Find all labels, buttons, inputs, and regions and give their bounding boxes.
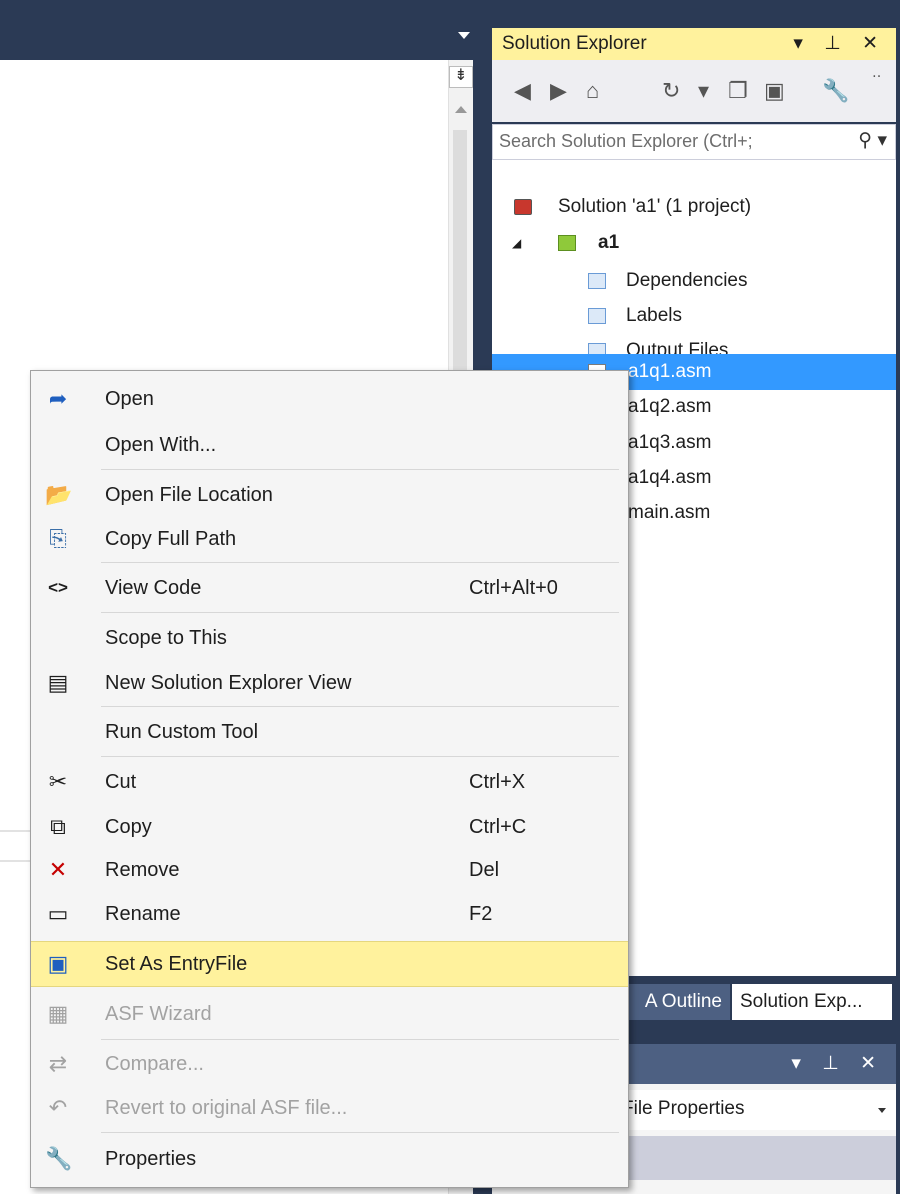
compare-icon: ⇄ — [48, 1051, 68, 1076]
menu-item-cut[interactable]: ✂ Cut Ctrl+X — [31, 760, 628, 804]
menu-separator — [101, 756, 619, 757]
tab-solution-explorer[interactable]: Solution Exp... — [732, 984, 892, 1020]
menu-item-rename[interactable]: ▭ Rename F2 — [31, 892, 628, 936]
revert-icon: ↶ — [48, 1095, 68, 1120]
tree-node-folder[interactable]: Labels — [588, 299, 888, 333]
menu-item-view-code[interactable]: <> View Code Ctrl+Alt+0 — [31, 566, 628, 610]
history-icon[interactable]: ↻ — [662, 78, 680, 104]
copy-path-icon: ⎘ — [49, 526, 67, 551]
dropdown-icon[interactable]: ▾ — [698, 78, 709, 104]
chevron-down-icon[interactable] — [878, 1108, 886, 1113]
new-view-icon: ▤ — [47, 670, 69, 695]
tree-node-folder[interactable]: Dependencies — [588, 264, 888, 298]
menu-separator — [101, 469, 619, 470]
tree-node-solution[interactable]: Solution 'a1' (1 project) — [514, 190, 884, 224]
search-input[interactable] — [499, 129, 819, 153]
menu-item-copy[interactable]: ⧉ Copy Ctrl+C — [31, 805, 628, 849]
menu-item-revert-asf[interactable]: ↶ Revert to original ASF file... — [31, 1086, 628, 1130]
context-menu: ➦ Open Open With... 📂 Open File Location… — [30, 370, 629, 1188]
menu-item-properties[interactable]: 🔧 Properties — [31, 1137, 628, 1181]
tree-node-file-selected[interactable]: a1q1.asm — [588, 355, 888, 389]
wizard-icon: ▦ — [47, 1001, 69, 1026]
window-top-strip — [0, 0, 900, 18]
scissors-icon: ✂ — [48, 769, 68, 794]
menu-item-open-with[interactable]: Open With... — [31, 423, 628, 467]
code-icon: <> — [48, 578, 68, 597]
menu-item-open-file-location[interactable]: 📂 Open File Location — [31, 473, 628, 517]
window-controls-icon[interactable]: ▾ ⊥ ✕ — [791, 1052, 884, 1075]
menu-separator — [101, 1132, 619, 1133]
back-icon[interactable]: ◀ — [514, 78, 531, 104]
expand-arrow-icon[interactable]: ◢ — [512, 226, 521, 260]
solution-explorer-toolbar: ◀ ▶ ⌂ ↻ ▾ ❐ ▣ 🔧 ‥ — [492, 60, 896, 122]
menu-separator — [101, 706, 619, 707]
collapse-icon[interactable]: ▣ — [764, 78, 785, 104]
menu-separator — [101, 612, 619, 613]
scroll-up-icon[interactable] — [455, 106, 467, 113]
forward-icon[interactable]: ▶ — [550, 78, 567, 104]
open-arrow-icon: ➦ — [48, 386, 68, 411]
tree-node-file[interactable]: a1q4.asm — [588, 461, 888, 495]
window-controls-icon[interactable]: ▾ ⊥ ✕ — [793, 32, 886, 55]
menu-item-set-as-entryfile[interactable]: ▣ Set As EntryFile — [31, 941, 628, 987]
remove-x-icon: ✕ — [48, 857, 68, 882]
editor-line-mark — [0, 860, 30, 862]
solution-icon — [514, 199, 532, 215]
home-icon[interactable]: ⌂ — [586, 78, 599, 104]
entry-file-icon: ▣ — [47, 951, 69, 976]
menu-item-new-solution-explorer-view[interactable]: ▤ New Solution Explorer View — [31, 661, 628, 705]
filter-folder-icon — [588, 273, 606, 289]
folder-open-icon: 📂 — [45, 482, 73, 507]
menu-item-remove[interactable]: ✕ Remove Del — [31, 848, 628, 892]
editor-line-mark — [0, 830, 30, 832]
tree-node-file[interactable]: a1q2.asm — [588, 390, 888, 424]
sync-icon[interactable]: ❐ — [728, 78, 748, 104]
overflow-icon[interactable]: ‥ — [872, 64, 881, 81]
menu-separator — [101, 562, 619, 563]
menu-item-run-custom-tool[interactable]: Run Custom Tool — [31, 710, 628, 754]
menu-item-scope-to-this[interactable]: Scope to This — [31, 616, 628, 660]
tree-node-project[interactable]: ◢ a1 — [512, 226, 882, 260]
menu-item-open[interactable]: ➦ Open — [31, 377, 628, 421]
menu-separator — [101, 1039, 619, 1040]
menu-item-asf-wizard[interactable]: ▦ ASF Wizard — [31, 992, 628, 1036]
solution-explorer-title-bar: Solution Explorer ▾ ⊥ ✕ — [492, 28, 896, 60]
search-icon[interactable]: ⚲ ▾ — [858, 129, 887, 152]
menu-item-compare[interactable]: ⇄ Compare... — [31, 1042, 628, 1086]
solution-explorer-search[interactable]: ⚲ ▾ — [492, 124, 896, 160]
wrench-icon: 🔧 — [45, 1146, 73, 1171]
filter-folder-icon — [588, 308, 606, 324]
menu-item-copy-full-path[interactable]: ⎘ Copy Full Path — [31, 517, 628, 561]
split-window-icon[interactable]: ⇟ — [449, 66, 473, 88]
project-icon — [558, 235, 576, 251]
copy-icon: ⧉ — [50, 814, 66, 839]
rename-icon: ▭ — [47, 901, 69, 926]
properties-combo-text: File Properties — [622, 1098, 745, 1119]
properties-icon[interactable]: 🔧 — [822, 78, 849, 104]
tree-node-file[interactable]: a1q3.asm — [588, 426, 888, 460]
tab-outline[interactable]: A Outline — [612, 984, 730, 1020]
editor-tab-dropdown-icon[interactable] — [458, 32, 470, 39]
solution-explorer-title: Solution Explorer — [502, 33, 647, 54]
tree-node-file[interactable]: main.asm — [588, 496, 888, 530]
editor-tab-bar — [0, 18, 488, 60]
